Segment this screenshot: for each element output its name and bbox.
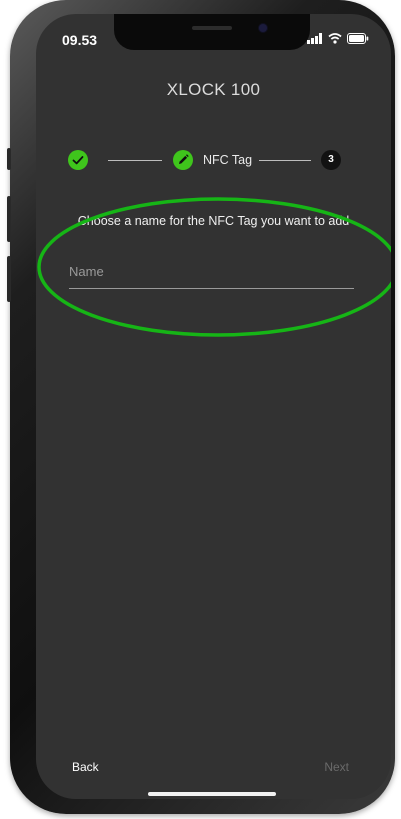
speaker-grille — [192, 26, 232, 30]
signal-icon — [307, 33, 322, 44]
volume-up-button — [7, 196, 11, 242]
back-button[interactable]: Back — [72, 760, 99, 774]
step-2-label: NFC Tag — [203, 153, 253, 167]
next-button[interactable]: Next — [324, 760, 349, 774]
progress-stepper: NFC Tag 3 — [36, 150, 391, 172]
app-screen: 09.53 XLOCK 100 NFC Tag 3 Choose a name … — [36, 14, 391, 799]
front-camera — [259, 24, 267, 32]
silent-switch — [7, 148, 11, 170]
wifi-icon — [328, 33, 342, 44]
pencil-icon — [179, 154, 189, 164]
status-time: 09.53 — [62, 32, 98, 48]
form-prompt: Choose a name for the NFC Tag you want t… — [77, 214, 350, 228]
name-field[interactable] — [69, 254, 354, 289]
notch — [114, 14, 310, 50]
home-indicator[interactable] — [148, 792, 276, 796]
battery-icon — [347, 33, 369, 44]
check-icon — [72, 156, 84, 165]
status-icons — [307, 33, 369, 44]
page-title: XLOCK 100 — [166, 80, 261, 99]
volume-down-button — [7, 256, 11, 302]
step-1-completed — [68, 150, 88, 170]
step-2-active — [173, 150, 193, 170]
name-input[interactable] — [69, 254, 354, 288]
step-connector-1 — [108, 160, 162, 161]
step-connector-2 — [259, 160, 311, 161]
step-3-number: 3 — [321, 150, 341, 170]
